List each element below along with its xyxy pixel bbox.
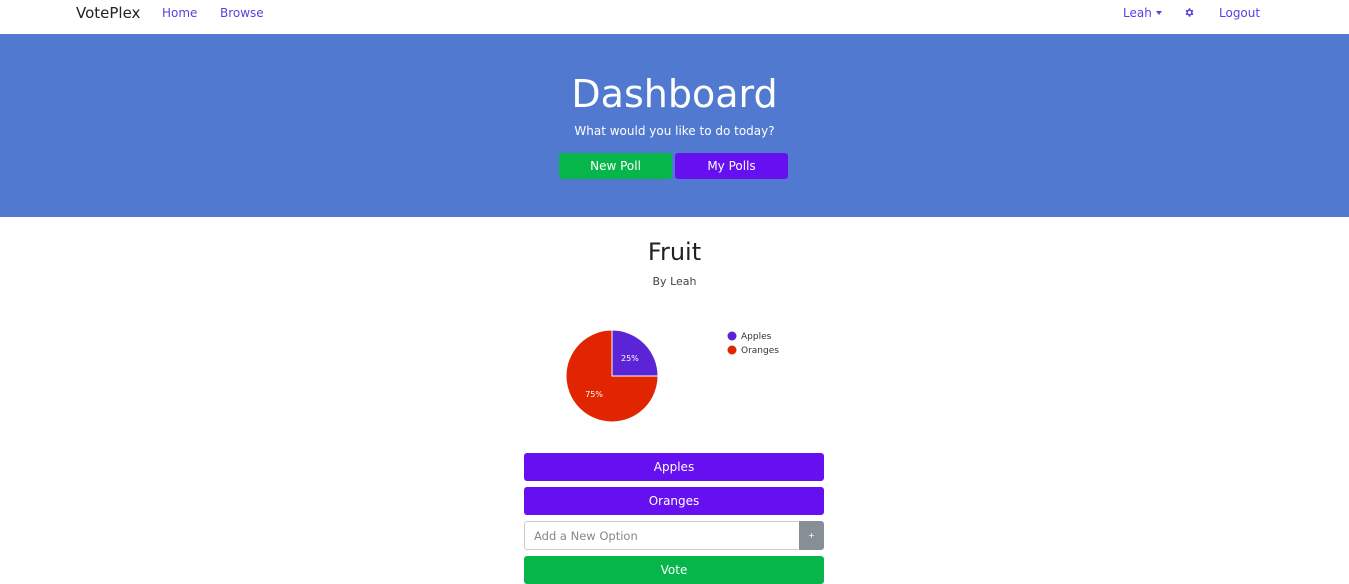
add-option-input[interactable]	[524, 521, 798, 550]
nav-home-link[interactable]: Home	[162, 6, 197, 20]
legend-swatch-apples	[727, 331, 737, 341]
option-button-oranges[interactable]: Oranges	[524, 487, 824, 515]
legend-label-oranges: Oranges	[741, 346, 779, 356]
results-pie-chart: 25% 75% Apples Oranges	[565, 329, 779, 423]
legend-swatch-oranges	[727, 345, 737, 355]
pie-label-apples: 25%	[621, 354, 639, 363]
gear-icon[interactable]	[1184, 7, 1195, 18]
new-poll-button[interactable]: New Poll	[559, 153, 672, 179]
page-subtitle: What would you like to do today?	[574, 124, 775, 138]
caret-down-icon	[1155, 10, 1162, 15]
pie-slice-apples	[611, 329, 659, 377]
my-polls-button[interactable]: My Polls	[675, 153, 788, 179]
option-button-apples[interactable]: Apples	[524, 453, 824, 481]
add-option-button[interactable]: +	[799, 521, 824, 550]
nav-browse-link[interactable]: Browse	[220, 6, 264, 20]
legend-label-apples: Apples	[741, 332, 772, 342]
hero-banner: Dashboard What would you like to do toda…	[0, 34, 1349, 217]
pie-label-oranges: 75%	[585, 390, 603, 399]
user-name: Leah	[1123, 6, 1152, 20]
logout-link[interactable]: Logout	[1219, 6, 1260, 20]
poll-author: By Leah	[652, 275, 697, 288]
poll-title: Fruit	[647, 238, 702, 266]
user-dropdown[interactable]: Leah	[1123, 6, 1162, 20]
navbar: VotePlex Home Browse Leah Logout	[0, 0, 1349, 34]
add-option-group: +	[524, 521, 824, 550]
brand-logo[interactable]: VotePlex	[76, 4, 140, 22]
vote-button[interactable]: Vote	[524, 556, 824, 584]
page-title: Dashboard	[571, 72, 778, 116]
